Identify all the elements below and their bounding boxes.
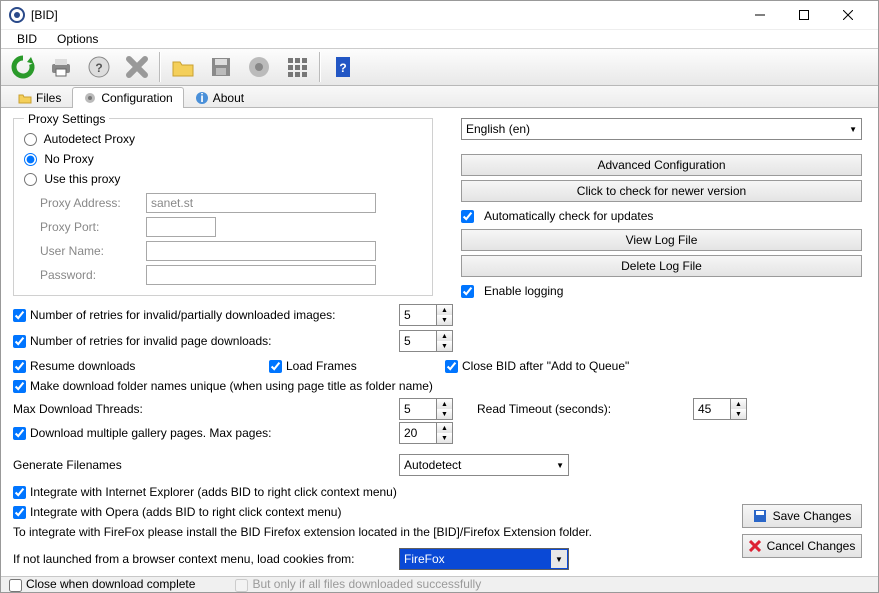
menu-bid[interactable]: BID [7,30,47,48]
tabstrip: Files Configuration i About [1,86,878,108]
genfiles-label: Generate Filenames [13,458,393,472]
info-icon[interactable]: ? [325,49,361,85]
language-value: English (en) [466,122,530,136]
folder-icon[interactable] [165,49,201,85]
proxy-settings-group: Proxy Settings Autodetect Proxy No Proxy… [13,118,433,296]
help-icon[interactable]: ? [81,49,117,85]
proxy-pass-input[interactable] [146,265,376,285]
app-icon [9,7,25,23]
language-select[interactable]: English (en) ▼ [461,118,862,140]
retries-img-checkbox[interactable]: Number of retries for invalid/partially … [13,308,393,322]
integrate-ie-checkbox[interactable]: Integrate with Internet Explorer (adds B… [13,485,397,499]
advanced-config-button[interactable]: Advanced Configuration [461,154,862,176]
retries-page-spinner[interactable]: ▲▼ [399,330,453,352]
autocheck-checkbox[interactable]: Automatically check for updates [461,206,862,226]
tab-about-label: About [213,91,244,105]
delete-log-button[interactable]: Delete Log File [461,255,862,277]
svg-text:i: i [200,91,203,105]
info-small-icon: i [195,91,209,105]
svg-text:?: ? [339,61,346,75]
unique-folder-checkbox[interactable]: Make download folder names unique (when … [13,379,433,393]
toolbar: ? ? [1,48,878,86]
grid-icon[interactable] [279,49,315,85]
enable-logging-checkbox[interactable]: Enable logging [461,281,862,301]
save-changes-button[interactable]: Save Changes [742,504,862,528]
retries-img-spinner[interactable]: ▲▼ [399,304,453,326]
chevron-down-icon: ▼ [556,461,564,470]
folder-small-icon [18,91,32,105]
radio-noproxy[interactable]: No Proxy [24,152,94,166]
statusbar: Close when download complete But only if… [1,576,878,592]
proxy-port-input[interactable] [146,217,216,237]
tab-about[interactable]: i About [184,87,255,108]
view-log-button[interactable]: View Log File [461,229,862,251]
but-only-if-checkbox: But only if all files downloaded success… [235,577,481,591]
save-icon[interactable] [203,49,239,85]
tab-configuration-label: Configuration [101,91,172,105]
tab-files-label: Files [36,91,61,105]
cookies-select[interactable]: FireFox▼ [399,548,569,570]
chevron-down-icon: ▼ [551,550,567,568]
chevron-down-icon: ▼ [849,125,857,134]
close-when-complete-checkbox[interactable]: Close when download complete [9,577,195,591]
proxy-address-label: Proxy Address: [40,196,140,210]
cancel-changes-button[interactable]: Cancel Changes [742,534,862,558]
save-icon [753,509,767,523]
cookies-label: If not launched from a browser context m… [13,552,393,566]
multipages-spinner[interactable]: ▲▼ [399,422,453,444]
delete-icon[interactable] [119,49,155,85]
refresh-icon[interactable] [5,49,41,85]
integrate-opera-checkbox[interactable]: Integrate with Opera (adds BID to right … [13,505,341,519]
minimize-button[interactable] [738,1,782,29]
multipages-checkbox[interactable]: Download multiple gallery pages. Max pag… [13,426,393,440]
proxy-legend: Proxy Settings [24,112,109,126]
radio-usethis[interactable]: Use this proxy [24,172,120,186]
proxy-pass-label: Password: [40,268,140,282]
loadframes-checkbox[interactable]: Load Frames [269,359,439,373]
proxy-user-input[interactable] [146,241,376,261]
cancel-icon [749,540,761,552]
genfiles-select[interactable]: Autodetect▼ [399,454,569,476]
tab-configuration[interactable]: Configuration [72,87,183,108]
check-newer-button[interactable]: Click to check for newer version [461,180,862,202]
close-button[interactable] [826,1,870,29]
proxy-address-input[interactable] [146,193,376,213]
proxy-port-label: Proxy Port: [40,220,140,234]
retries-page-checkbox[interactable]: Number of retries for invalid page downl… [13,334,393,348]
tab-files[interactable]: Files [7,87,72,108]
firefox-note: To integrate with FireFox please install… [13,525,592,539]
maxthreads-spinner[interactable]: ▲▼ [399,398,453,420]
menu-options[interactable]: Options [47,30,108,48]
proxy-user-label: User Name: [40,244,140,258]
gear-icon[interactable] [241,49,277,85]
window-title: [BID] [31,8,738,22]
gear-small-icon [83,91,97,105]
svg-text:?: ? [95,61,102,75]
closeafter-checkbox[interactable]: Close BID after "Add to Queue" [445,359,629,373]
resume-checkbox[interactable]: Resume downloads [13,359,263,373]
maximize-button[interactable] [782,1,826,29]
radio-autodetect[interactable]: Autodetect Proxy [24,132,135,146]
printer-icon[interactable] [43,49,79,85]
menubar: BID Options [1,30,878,48]
readtimeout-spinner[interactable]: ▲▼ [693,398,747,420]
readtimeout-label: Read Timeout (seconds): [477,402,687,416]
maxthreads-label: Max Download Threads: [13,402,393,416]
